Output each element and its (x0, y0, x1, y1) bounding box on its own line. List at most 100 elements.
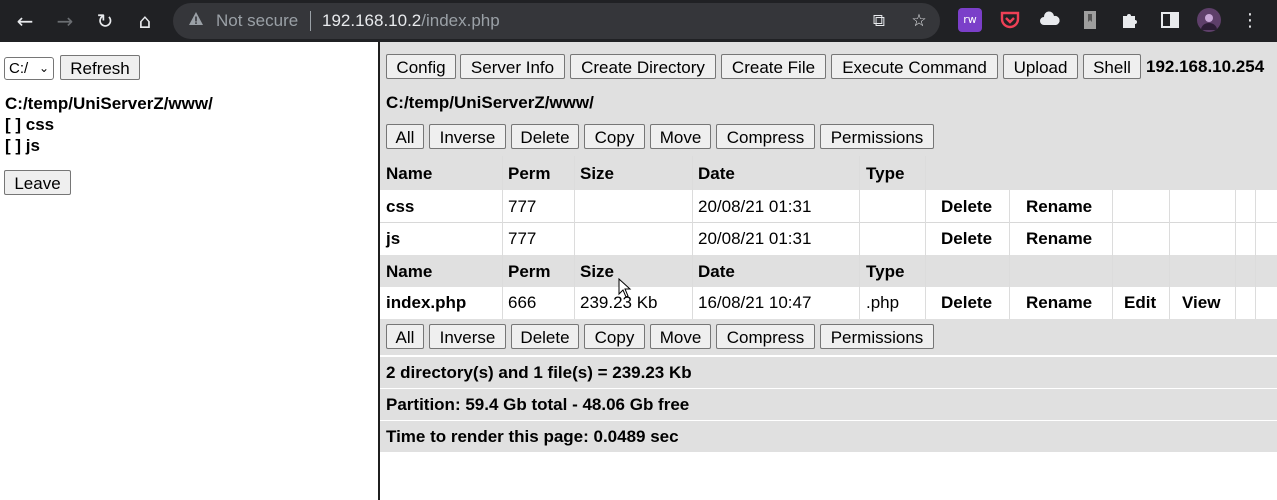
selection-actions-top: All Inverse Delete Copy Move Compress Pe… (380, 118, 1277, 156)
mouse-cursor-icon (618, 278, 632, 298)
summary-counts: 2 directory(s) and 1 file(s) = 239.23 Kb (386, 363, 692, 382)
inverse-selection-button[interactable]: Inverse (429, 324, 506, 349)
right-frame: Config Server Info Create Directory Crea… (380, 42, 1277, 500)
row-perm[interactable]: 777 (508, 229, 536, 249)
column-divider (574, 156, 575, 319)
header-date: Date (698, 262, 735, 281)
row-delete-link[interactable]: Delete (941, 229, 992, 249)
reload-icon[interactable]: ↻ (90, 6, 120, 36)
selection-actions-bottom: All Inverse Delete Copy Move Compress Pe… (380, 319, 1277, 355)
create-file-button[interactable]: Create File (721, 54, 826, 79)
header-perm: Perm (508, 262, 551, 281)
top-toolbar: Config Server Info Create Directory Crea… (380, 42, 1277, 86)
row-name[interactable]: css (386, 197, 414, 217)
execute-command-button[interactable]: Execute Command (831, 54, 998, 79)
browser-toolbar: ← → ↻ ⌂ Not secure 192.168.10.2/index.ph… (0, 0, 1277, 42)
row-rename-link[interactable]: Rename (1026, 293, 1092, 313)
bulk-copy-button[interactable]: Copy (584, 324, 645, 349)
path-bar: C:/temp/UniServerZ/www/ (380, 86, 1277, 118)
bulk-compress-button[interactable]: Compress (716, 324, 815, 349)
bulk-delete-button[interactable]: Delete (511, 324, 579, 349)
tree-item-css[interactable]: [ ] css (5, 115, 54, 135)
omnibox-divider (310, 11, 311, 31)
puzzle-icon[interactable] (1118, 8, 1142, 32)
shell-button[interactable]: Shell (1083, 54, 1141, 79)
row-perm[interactable]: 777 (508, 197, 536, 217)
table-row[interactable]: index.php 666 239.23 Kb 16/08/21 10:47 .… (380, 287, 1277, 319)
row-date: 20/08/21 01:31 (698, 229, 812, 248)
column-divider (1235, 190, 1236, 319)
select-all-button[interactable]: All (386, 324, 424, 349)
render-time-bar: Time to render this page: 0.0489 sec (380, 421, 1277, 452)
drive-select-value: C:/ (9, 60, 29, 77)
row-delete-link[interactable]: Delete (941, 293, 992, 313)
column-divider (1169, 190, 1170, 319)
server-ip: 192.168.10.254 (1146, 57, 1265, 76)
kebab-menu-icon[interactable]: ⋮ (1235, 6, 1265, 36)
extension-rw-icon[interactable]: rw (958, 8, 982, 32)
back-arrow-icon[interactable]: ← (10, 6, 40, 36)
row-type: .php (866, 293, 900, 312)
forward-arrow-icon[interactable]: → (50, 6, 80, 36)
tree-item-js[interactable]: [ ] js (5, 136, 40, 156)
partition-bar: Partition: 59.4 Gb total - 48.06 Gb free (380, 389, 1277, 420)
table-header-directories: Name Perm Size Date Type (380, 156, 1277, 190)
create-directory-button[interactable]: Create Directory (570, 54, 716, 79)
home-icon[interactable]: ⌂ (130, 6, 160, 36)
leave-button[interactable]: Leave (4, 170, 71, 195)
select-all-button[interactable]: All (386, 124, 424, 149)
row-rename-link[interactable]: Rename (1026, 197, 1092, 217)
bulk-permissions-button[interactable]: Permissions (820, 324, 934, 349)
bulk-delete-button[interactable]: Delete (511, 124, 579, 149)
row-perm[interactable]: 666 (508, 293, 536, 313)
star-icon[interactable]: ☆ (908, 10, 930, 32)
config-button[interactable]: Config (386, 54, 456, 79)
row-name[interactable]: js (386, 229, 400, 249)
column-divider (502, 156, 503, 319)
row-date: 20/08/21 01:31 (698, 197, 812, 216)
left-frame: C:/ ⌄ Refresh C:/temp/UniServerZ/www/ [ ]… (0, 42, 378, 500)
bulk-permissions-button[interactable]: Permissions (820, 124, 934, 149)
left-current-path: C:/temp/UniServerZ/www/ (5, 94, 213, 113)
column-divider (859, 156, 860, 319)
column-divider (1112, 190, 1113, 319)
bookmark-icon[interactable] (1078, 8, 1102, 32)
security-label[interactable]: Not secure (216, 3, 298, 39)
profile-avatar-icon[interactable] (1197, 8, 1221, 32)
bulk-move-button[interactable]: Move (650, 124, 711, 149)
table-header-files: Name Perm Size Date Type (380, 255, 1277, 287)
sidepanel-icon[interactable] (1158, 8, 1182, 32)
column-divider (925, 156, 926, 319)
current-path: C:/temp/UniServerZ/www/ (386, 93, 594, 112)
row-delete-link[interactable]: Delete (941, 197, 992, 217)
bulk-move-button[interactable]: Move (650, 324, 711, 349)
table-row[interactable]: css 777 20/08/21 01:31 Delete Rename (380, 190, 1277, 222)
url-text[interactable]: 192.168.10.2/index.php (322, 3, 500, 39)
header-type: Type (866, 262, 905, 281)
chevron-down-icon: ⌄ (38, 61, 49, 75)
header-name: Name (386, 262, 433, 281)
row-rename-link[interactable]: Rename (1026, 229, 1092, 249)
inverse-selection-button[interactable]: Inverse (429, 124, 506, 149)
bulk-compress-button[interactable]: Compress (716, 124, 815, 149)
bulk-copy-button[interactable]: Copy (584, 124, 645, 149)
cloud-icon[interactable] (1038, 8, 1062, 32)
share-icon[interactable]: ⧉ (868, 10, 890, 32)
row-edit-link[interactable]: Edit (1124, 293, 1156, 313)
server-info-button[interactable]: Server Info (460, 54, 565, 79)
partition-info: Partition: 59.4 Gb total - 48.06 Gb free (386, 395, 690, 414)
table-row[interactable]: js 777 20/08/21 01:31 Delete Rename (380, 223, 1277, 255)
column-divider (692, 156, 693, 319)
row-name[interactable]: index.php (386, 293, 466, 313)
row-view-link[interactable]: View (1182, 293, 1220, 313)
header-size: Size (580, 262, 615, 281)
header-date: Date (698, 164, 735, 183)
pocket-icon[interactable] (998, 8, 1022, 32)
drive-select[interactable]: C:/ ⌄ (4, 57, 54, 80)
upload-button[interactable]: Upload (1003, 54, 1078, 79)
refresh-button[interactable]: Refresh (60, 55, 140, 80)
address-bar[interactable]: Not secure 192.168.10.2/index.php ⧉ ☆ (173, 3, 940, 39)
warning-icon (189, 12, 203, 25)
header-size: Size (580, 164, 615, 183)
header-name: Name (386, 164, 433, 183)
